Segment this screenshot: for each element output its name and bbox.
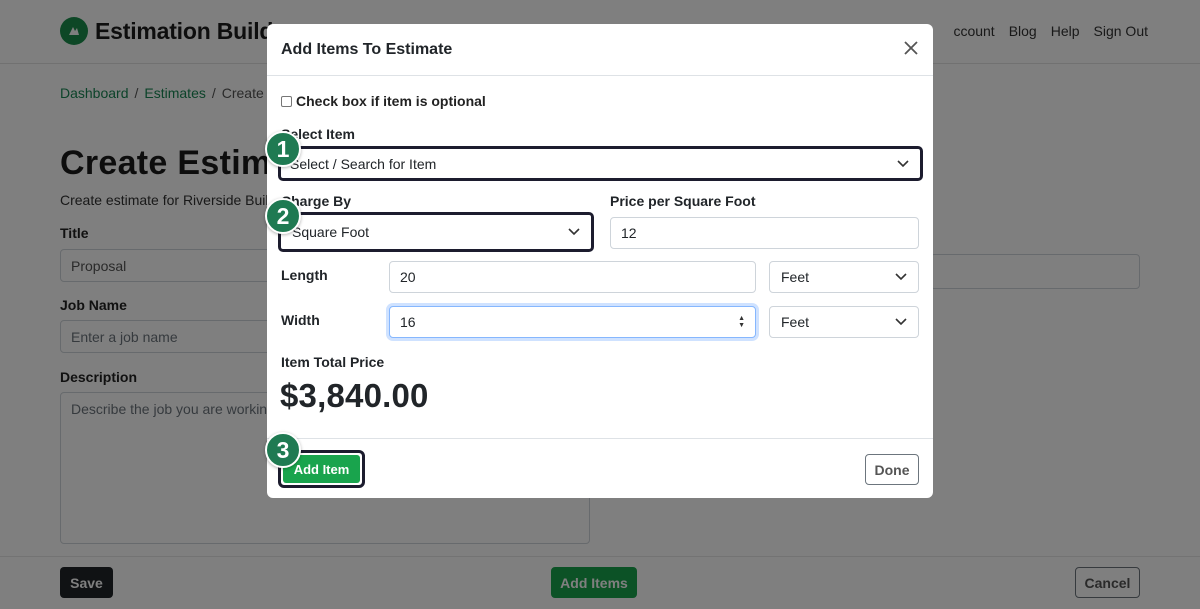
spinner-down-icon[interactable]: ▼ (738, 322, 745, 329)
optional-checkbox-row: Check box if item is optional (281, 93, 486, 109)
item-total-label: Item Total Price (281, 354, 385, 370)
select-item-dropdown[interactable]: Select / Search for Item (278, 146, 923, 181)
length-unit-value: Feet (781, 269, 810, 285)
width-input[interactable]: 16 ▲ ▼ (389, 306, 756, 338)
step-badge-2: 2 (265, 198, 301, 234)
chevron-down-icon (568, 228, 580, 236)
charge-by-dropdown[interactable]: Square Foot (278, 212, 594, 252)
price-per-unit-input[interactable]: 12 (610, 217, 919, 249)
chevron-down-icon (897, 159, 909, 167)
add-items-modal: Add Items To Estimate Check box if item … (267, 24, 933, 498)
chevron-down-icon (895, 318, 907, 326)
step-badge-1: 1 (265, 131, 301, 167)
price-per-unit-label: Price per Square Foot (610, 193, 756, 209)
width-unit-dropdown[interactable]: Feet (769, 306, 919, 338)
modal-footer: Add Item Done (267, 438, 933, 498)
chevron-down-icon (895, 273, 907, 281)
width-unit-value: Feet (781, 314, 810, 330)
modal-header: Add Items To Estimate (267, 24, 933, 76)
length-unit-dropdown[interactable]: Feet (769, 261, 919, 293)
charge-by-value: Square Foot (292, 224, 370, 240)
length-input[interactable]: 20 (389, 261, 756, 293)
step-badge-3: 3 (265, 432, 301, 468)
number-spinner[interactable]: ▲ ▼ (738, 315, 745, 329)
done-button[interactable]: Done (865, 454, 919, 485)
optional-checkbox[interactable] (281, 95, 292, 107)
width-label: Width (281, 312, 320, 328)
modal-title: Add Items To Estimate (281, 41, 453, 58)
select-item-value: Select / Search for Item (290, 155, 437, 172)
spinner-up-icon[interactable]: ▲ (738, 315, 745, 322)
item-total-value: $3,840.00 (280, 377, 429, 414)
length-label: Length (281, 267, 328, 283)
close-icon[interactable] (901, 38, 921, 58)
optional-checkbox-label: Check box if item is optional (296, 93, 486, 109)
width-input-value: 16 (400, 314, 416, 330)
